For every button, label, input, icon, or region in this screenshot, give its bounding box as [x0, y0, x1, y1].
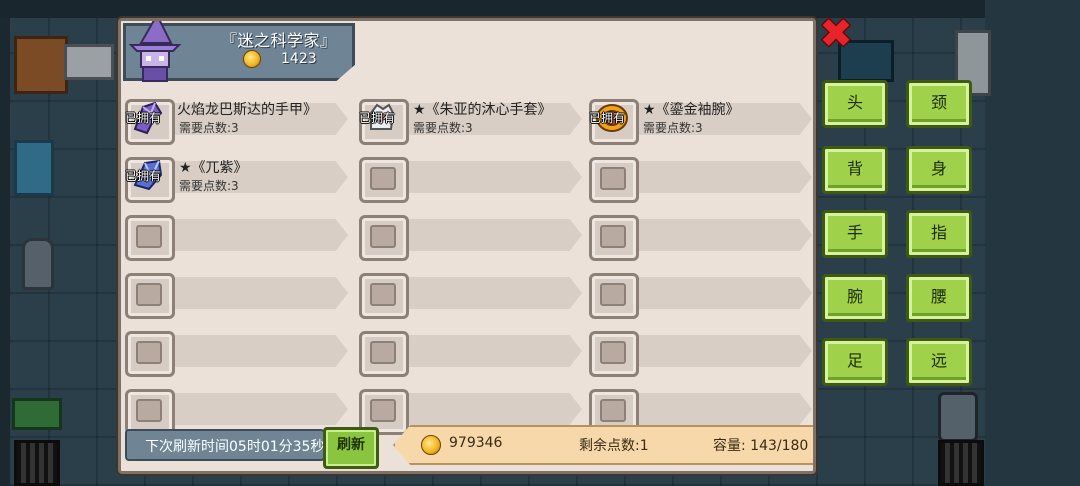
filter-body-button[interactable]: 身: [906, 146, 972, 194]
owned-label: 已拥有: [589, 111, 626, 125]
grid-row: [121, 329, 813, 377]
filter-hand-button[interactable]: 手: [822, 210, 888, 258]
empty-cell[interactable]: [357, 329, 582, 377]
flower-vase: [22, 238, 54, 290]
item-cost: 需要点数:3: [413, 121, 473, 135]
empty-slot: [359, 157, 409, 203]
empty-slot: [359, 331, 409, 377]
filter-waist-button[interactable]: 腰: [906, 274, 972, 322]
item-name: ★《朱亚的沐心手套》: [413, 102, 552, 118]
close-icon[interactable]: ✖: [817, 14, 855, 54]
item-name: ★《鎏金袖腕》: [643, 102, 740, 118]
item-cell-4[interactable]: 已拥有 ★《兀紫》 需要点数:3: [123, 155, 348, 203]
shopkeeper-avatar: [128, 21, 182, 82]
refresh-timer: 下次刷新时间05时01分35秒: [125, 429, 325, 461]
item-cell-1[interactable]: 已拥有 火焰龙巴斯达的手甲》 需要点数:3: [123, 97, 348, 145]
shopkeeper-coins: 1423: [243, 50, 317, 68]
empty-slot: [589, 157, 639, 203]
coin-count: 1423: [281, 51, 317, 67]
empty-slot: [589, 331, 639, 377]
empty-slot: [125, 215, 175, 261]
chair: [14, 140, 54, 196]
left-wall: [0, 18, 10, 486]
empty-slot: [359, 215, 409, 261]
circuit-board: [12, 398, 62, 430]
item-cell-3[interactable]: 已拥有 ★《鎏金袖腕》 需要点数:3: [587, 97, 812, 145]
floor-grate: [14, 440, 60, 486]
empty-slot: [589, 215, 639, 261]
grid-row: [121, 387, 813, 435]
filter-finger-button[interactable]: 指: [906, 210, 972, 258]
grid-row: 已拥有 ★《兀紫》 需要点数:3: [121, 155, 813, 203]
owned-label: 已拥有: [125, 111, 162, 125]
empty-slot: [359, 273, 409, 319]
top-wall: [0, 0, 1080, 18]
item-cost: 需要点数:3: [179, 179, 239, 193]
filter-head-button[interactable]: 头: [822, 80, 888, 128]
floor-grate: [938, 440, 984, 486]
grid-row: [121, 271, 813, 319]
filter-back-button[interactable]: 背: [822, 146, 888, 194]
empty-cell[interactable]: [357, 213, 582, 261]
empty-slot: [125, 331, 175, 377]
grid-row: 已拥有 火焰龙巴斯达的手甲》 需要点数:3 已拥有 ★《朱亚的沐心手套》 需要点…: [121, 97, 813, 145]
item-name: 火焰龙巴斯达的手甲》: [177, 102, 317, 118]
empty-cell[interactable]: [123, 387, 348, 435]
filter-foot-button[interactable]: 足: [822, 338, 888, 386]
empty-cell[interactable]: [123, 329, 348, 377]
right-wall: [985, 0, 1080, 486]
remaining-points: 剩余点数:1: [579, 438, 649, 454]
empty-slot: [125, 273, 175, 319]
empty-cell[interactable]: [587, 155, 812, 203]
grid-row: [121, 213, 813, 261]
shop-title: 『迷之科学家』: [221, 31, 337, 50]
filter-ranged-button[interactable]: 远: [906, 338, 972, 386]
item-cost: 需要点数:3: [643, 121, 703, 135]
empty-slot: [589, 273, 639, 319]
metal-cabinet: [64, 44, 114, 80]
item-name: ★《兀紫》: [179, 160, 248, 176]
coin-icon: [243, 50, 261, 68]
empty-cell[interactable]: [123, 271, 348, 319]
coin-icon: [421, 435, 441, 455]
empty-cell[interactable]: [357, 387, 582, 435]
owned-label: 已拥有: [359, 111, 396, 125]
item-cell-2[interactable]: 已拥有 ★《朱亚的沐心手套》 需要点数:3: [357, 97, 582, 145]
inventory-capacity: 容量: 143/180: [713, 438, 809, 454]
robot-prop: [938, 392, 978, 442]
refresh-button[interactable]: 刷新: [323, 427, 379, 469]
empty-cell[interactable]: [587, 271, 812, 319]
empty-cell[interactable]: [123, 213, 348, 261]
player-info-bar: 979346 剩余点数:1 容量: 143/180: [393, 425, 813, 465]
filter-wrist-button[interactable]: 腕: [822, 274, 888, 322]
empty-cell[interactable]: [587, 213, 812, 261]
filter-neck-button[interactable]: 颈: [906, 80, 972, 128]
item-cost: 需要点数:3: [179, 121, 239, 135]
player-money: 979346: [449, 435, 503, 451]
empty-cell[interactable]: [357, 271, 582, 319]
shop-panel: 『迷之科学家』 1423 已拥有 火焰龙巴斯达的手甲》 需要点数:3 已拥有 ★…: [118, 18, 816, 474]
wooden-desk: [14, 36, 68, 94]
empty-cell[interactable]: [357, 155, 582, 203]
owned-label: 已拥有: [125, 169, 162, 183]
empty-cell[interactable]: [587, 387, 812, 435]
empty-cell[interactable]: [587, 329, 812, 377]
